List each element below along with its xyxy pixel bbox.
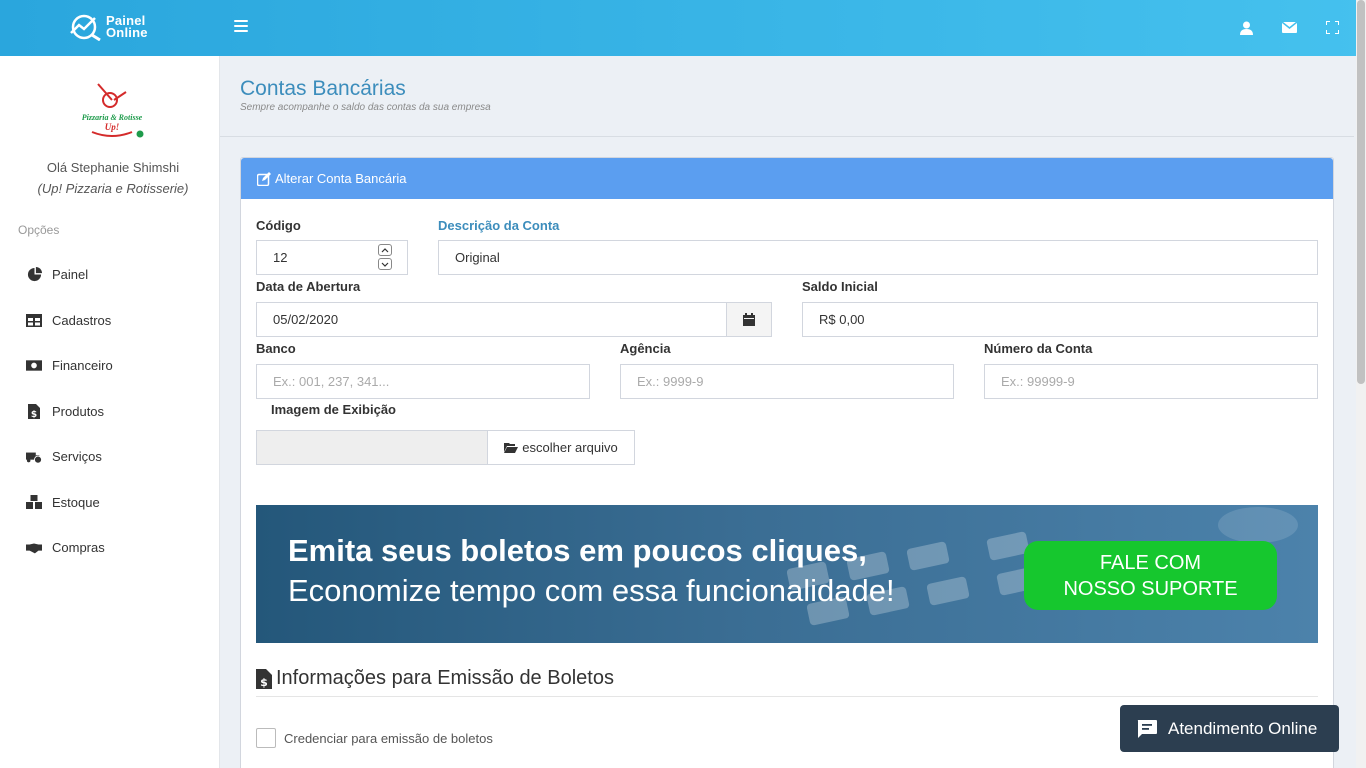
codigo-field-wrapper: [256, 240, 408, 275]
brand-line2: Online: [106, 25, 148, 40]
sidebar-item-produtos[interactable]: $ Produtos: [0, 389, 219, 435]
envelope-icon[interactable]: [1280, 18, 1299, 37]
page-scrollbar[interactable]: [1356, 0, 1366, 768]
saldo-inicial-input[interactable]: [802, 302, 1318, 337]
sidebar-item-label: Compras: [52, 540, 105, 556]
brand-name: Painel Online: [106, 14, 148, 40]
stepper-down-icon[interactable]: [378, 258, 392, 270]
file-invoice-dollar-icon: $: [256, 668, 272, 689]
codigo-label: Código: [256, 218, 301, 233]
descricao-label: Descrição da Conta: [438, 218, 560, 233]
credenciar-boletos-label: Credenciar para emissão de boletos: [284, 731, 493, 746]
user-greeting: Olá Stephanie Shimshi: [46, 160, 180, 175]
sidebar-item-label: Financeiro: [52, 358, 113, 374]
banco-input[interactable]: [256, 364, 590, 399]
choose-file-button[interactable]: escolher arquivo: [487, 430, 635, 465]
scrollbar-thumb[interactable]: [1357, 0, 1365, 384]
contact-support-button[interactable]: FALE COM NOSSO SUPORTE: [1024, 541, 1277, 610]
menu-toggle-icon[interactable]: [234, 20, 248, 35]
boletos-promo-banner[interactable]: Emita seus boletos em poucos cliques, Ec…: [256, 505, 1318, 643]
sidebar-item-label: Cadastros: [52, 312, 112, 328]
svg-text:$: $: [31, 410, 37, 419]
agencia-input[interactable]: [620, 364, 954, 399]
online-support-chat-button[interactable]: Atendimento Online: [1120, 705, 1339, 752]
bank-account-form-panel: Alterar Conta Bancária Código Descrição …: [240, 157, 1334, 768]
handshake-icon: [26, 540, 42, 556]
banner-subheadline: Economize tempo com essa funcionalidade!: [288, 573, 895, 608]
sidebar-item-painel[interactable]: Painel: [0, 252, 219, 298]
numero-conta-label: Número da Conta: [984, 341, 1093, 356]
numero-conta-input[interactable]: [984, 364, 1318, 399]
folder-open-icon: [504, 443, 519, 453]
sidebar-item-label: Produtos: [52, 403, 105, 419]
panel-heading-text: Alterar Conta Bancária: [275, 171, 407, 186]
truck-clock-icon: [26, 449, 42, 465]
stepper-up-icon[interactable]: [378, 244, 392, 256]
panel-heading: Alterar Conta Bancária: [241, 158, 1333, 199]
sidebar: Pizzaria & Rotisse Up! Olá Stephanie Shi…: [0, 56, 220, 768]
app-logo[interactable]: Painel Online: [68, 13, 148, 41]
top-navbar: Painel Online: [0, 0, 1366, 56]
boletos-section-title-text: Informações para Emissão de Boletos: [276, 667, 614, 689]
money-icon: [26, 358, 42, 374]
choose-file-label: escolher arquivo: [522, 440, 618, 455]
section-divider: [256, 696, 1318, 697]
file-name-display[interactable]: [256, 430, 488, 465]
company-logo-text-bottom: Up!: [105, 122, 120, 132]
page-subtitle: Sempre acompanhe o saldo das contas da s…: [240, 102, 491, 113]
data-abertura-input[interactable]: [256, 302, 727, 337]
calendar-icon: [743, 313, 755, 326]
sidebar-item-compras[interactable]: Compras: [0, 525, 219, 571]
sidebar-item-label: Estoque: [52, 494, 100, 510]
calendar-button[interactable]: [726, 302, 772, 337]
page-title: Contas Bancárias: [240, 77, 406, 100]
file-dollar-icon: $: [26, 403, 42, 419]
descricao-input[interactable]: [438, 240, 1318, 275]
sidebar-menu: Painel Cadastros Financeiro $ Produtos S…: [0, 252, 219, 571]
sidebar-item-label: Painel: [52, 267, 89, 283]
content-header: Contas Bancárias Sempre acompanhe o sald…: [220, 56, 1354, 137]
banco-label: Banco: [256, 341, 296, 356]
edit-icon: [257, 171, 271, 186]
cta-line2: NOSSO SUPORTE: [1063, 577, 1238, 600]
codigo-stepper[interactable]: [378, 244, 392, 270]
svg-text:$: $: [260, 676, 268, 689]
sidebar-item-financeiro[interactable]: Financeiro: [0, 343, 219, 389]
saldo-inicial-label: Saldo Inicial: [802, 279, 878, 294]
agencia-label: Agência: [620, 341, 671, 356]
sidebar-item-cadastros[interactable]: Cadastros: [0, 298, 219, 344]
cta-line1: FALE COM: [1099, 551, 1202, 574]
imagem-label: Imagem de Exibição: [271, 402, 396, 417]
company-logo-text-top: Pizzaria & Rotisse: [82, 113, 143, 122]
chart-logo-icon: [70, 14, 101, 41]
sidebar-item-estoque[interactable]: Estoque: [0, 480, 219, 526]
chat-bubble-icon: [1137, 719, 1157, 738]
company-name: (Up! Pizzaria e Rotisserie): [37, 181, 189, 196]
credenciar-boletos-checkbox[interactable]: [256, 728, 276, 748]
pie-chart-icon: [26, 267, 42, 283]
sidebar-item-servicos[interactable]: Serviços: [0, 434, 219, 480]
boxes-icon: [26, 494, 42, 510]
data-abertura-label: Data de Abertura: [256, 279, 361, 294]
user-icon[interactable]: [1237, 18, 1256, 37]
company-logo: Pizzaria & Rotisse Up!: [82, 83, 144, 138]
boletos-section-title: $ Informações para Emissão de Boletos: [256, 667, 614, 690]
chat-label: Atendimento Online: [1168, 718, 1318, 738]
fullscreen-icon[interactable]: [1323, 18, 1342, 37]
table-icon: [26, 312, 42, 328]
banner-headline: Emita seus boletos em poucos cliques,: [288, 533, 867, 568]
options-label: Opções: [18, 223, 60, 237]
sidebar-item-label: Serviços: [52, 449, 102, 465]
